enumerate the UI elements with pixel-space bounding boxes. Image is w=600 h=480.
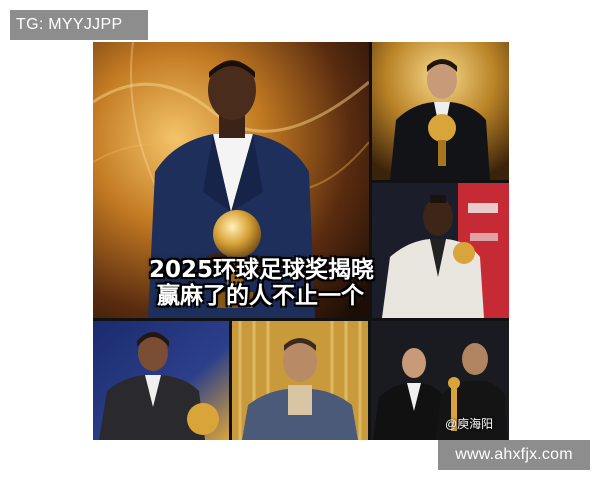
photo-collage: @庾海阳 2025环球足球奖揭晓 赢麻了的人不止一个 [93,42,509,440]
photo-author-watermark: @庾海阳 [445,417,494,431]
headline-line-1: 2025环球足球奖揭晓 [149,257,375,283]
photo-bottom-1 [93,321,229,440]
photo-bottom-3: @庾海阳 [371,321,509,440]
telegram-badge: TG: MYYJJPP [10,10,148,40]
photo-top-right-1 [372,42,509,180]
site-url-badge: www.ahxfjx.com [438,440,590,470]
headline: 2025环球足球奖揭晓 赢麻了的人不止一个 [145,257,465,309]
headline-line-2: 赢麻了的人不止一个 [157,283,364,309]
photo-bottom-2 [232,321,368,440]
